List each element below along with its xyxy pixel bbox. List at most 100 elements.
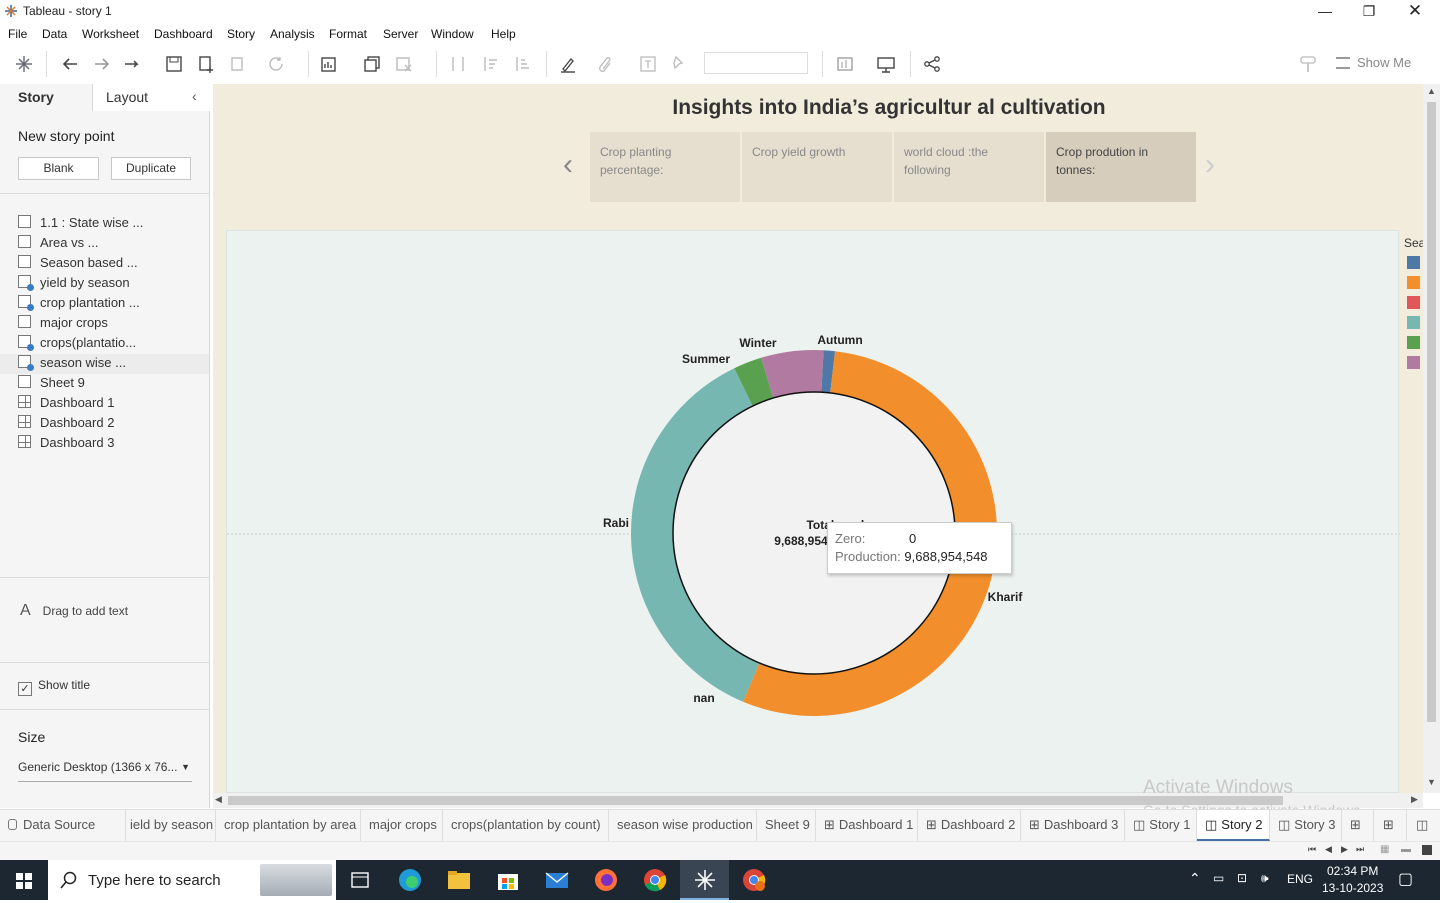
close-button[interactable]: ✕ [1392,0,1438,22]
clock-time[interactable]: 02:34 PM [1327,864,1378,878]
presentation-mode-icon[interactable] [876,54,896,74]
show-mark-labels-icon[interactable] [638,54,658,74]
task-view-icon[interactable] [348,868,372,892]
new-worksheet-tab-icon[interactable]: ⊞ [1342,810,1374,841]
swap-rows-columns-icon[interactable] [448,54,468,74]
sheet-item[interactable]: 1.1 : State wise ... [18,214,210,234]
volume-icon[interactable]: 🕪 [1261,871,1269,886]
previous-story-point-icon[interactable]: ‹ [563,148,573,182]
tab-sheet[interactable]: Sheet 9 [757,810,816,841]
menu-window[interactable]: Window [431,27,474,41]
new-worksheet-icon[interactable] [320,54,340,74]
next-sheet-icon[interactable]: ▶ [1341,844,1348,855]
pause-auto-updates-icon[interactable] [228,54,248,74]
sheet-item[interactable]: Dashboard 1 [18,394,210,414]
sheet-item[interactable]: crops(plantatio... [18,334,210,354]
microsoft-store-icon[interactable] [496,868,520,892]
tab-sheet[interactable]: crops(plantation by count) [443,810,609,841]
menu-story[interactable]: Story [227,27,255,41]
show-title-checkbox[interactable]: ✓ Show title [18,678,90,696]
menu-worksheet[interactable]: Worksheet [82,27,139,41]
new-dashboard-tab-icon[interactable]: ⊞ [1374,810,1407,841]
next-story-point-icon[interactable]: › [1205,148,1215,182]
tab-dashboard[interactable]: ⊞ Dashboard 2 [918,810,1021,841]
legend-swatch[interactable] [1407,316,1420,329]
tab-sheet[interactable]: major crops [361,810,443,841]
menu-analysis[interactable]: Analysis [270,27,315,41]
save-icon[interactable] [164,54,184,74]
file-explorer-icon[interactable] [447,868,471,892]
notifications-icon[interactable]: ▢ [1398,869,1413,889]
redo-icon[interactable] [92,54,112,74]
new-data-source-icon[interactable] [196,54,216,74]
show-me-icon[interactable] [1336,57,1350,69]
tab-story[interactable]: Story [0,84,92,111]
minimize-button[interactable]: — [1302,0,1348,22]
menu-help[interactable]: Help [491,27,516,41]
edge-browser-icon[interactable] [398,868,422,892]
clock-date[interactable]: 13-10-2023 [1322,881,1383,895]
replay-icon[interactable] [122,54,155,74]
vertical-scrollbar[interactable]: ▲ ▼ [1423,84,1440,793]
sheet-item[interactable]: major crops [18,314,210,334]
story-point[interactable]: world cloud :the following [894,132,1044,202]
menu-data[interactable]: Data [42,27,67,41]
first-sheet-icon[interactable]: ⏮ [1308,844,1316,855]
story-point[interactable]: Crop yield growth [742,132,892,202]
size-dropdown[interactable]: Generic Desktop (1366 x 76... ▼ [18,760,192,782]
network-icon[interactable]: ▭ [1213,871,1224,885]
sheet-item[interactable]: Sheet 9 [18,374,210,394]
highlight-icon[interactable] [558,54,578,74]
tableau-taskbar-active[interactable] [680,860,729,900]
chrome-profile-icon[interactable] [742,868,766,892]
blank-button[interactable]: Blank [18,157,99,180]
start-button[interactable] [0,860,48,900]
sheet-item[interactable]: Area vs ... [18,234,210,254]
tab-sheet[interactable]: crop plantation by area [216,810,361,841]
firefox-icon[interactable] [594,868,618,892]
language-indicator[interactable]: ENG [1287,872,1313,886]
duplicate-button[interactable]: Duplicate [111,157,191,180]
sheet-item[interactable]: Dashboard 3 [18,434,210,454]
tab-dashboard[interactable]: ⊞ Dashboard 3 [1021,810,1125,841]
tab-dashboard[interactable]: ⊞ Dashboard 1 [816,810,918,841]
sort-ascending-icon[interactable] [480,54,500,74]
group-members-icon[interactable] [596,54,616,74]
tabs-icon[interactable] [1422,845,1432,855]
legend-swatch[interactable] [1407,276,1420,289]
sheet-item[interactable]: Season based ... [18,254,210,274]
chrome-icon[interactable] [643,868,667,892]
fix-axes-icon[interactable] [668,54,688,74]
undo-icon[interactable] [60,54,80,74]
menu-format[interactable]: Format [329,27,367,41]
story-point[interactable]: Crop planting percentage: [590,132,740,202]
legend-swatch[interactable] [1407,256,1420,269]
sheet-item[interactable]: Dashboard 2 [18,414,210,434]
story-point-active[interactable]: Crop prodution in tonnes: [1046,132,1196,202]
legend-swatch[interactable] [1407,336,1420,349]
refresh-icon[interactable] [266,54,286,74]
drag-to-add-text[interactable]: A Drag to add text [20,602,128,620]
previous-sheet-icon[interactable]: ◀ [1325,844,1332,855]
show-me-button[interactable]: Show Me [1357,55,1411,70]
clear-sheet-icon[interactable] [394,54,414,74]
legend-swatch[interactable] [1407,356,1420,369]
tab-story[interactable]: ◫ Story 1 [1125,810,1197,841]
last-sheet-icon[interactable]: ⏭ [1356,844,1364,855]
security-icon[interactable]: ⊡ [1237,871,1247,885]
format-painter-icon[interactable] [1298,54,1318,74]
duplicate-sheet-icon[interactable] [362,54,382,74]
fit-dropdown[interactable] [704,52,808,74]
new-story-tab-icon[interactable]: ◫ [1407,810,1440,841]
tab-data-source[interactable]: Data Source [0,810,126,841]
donut-chart[interactable]: AutumnKharifnanRabiSummerWinter Total pr… [227,231,1400,794]
filmstrip-icon[interactable]: ▬ [1401,844,1411,855]
menu-server[interactable]: Server [383,27,418,41]
tab-sheet[interactable]: season wise production [609,810,757,841]
show-hidden-icons-icon[interactable]: ⌃ [1189,870,1201,887]
mail-icon[interactable] [545,868,569,892]
visualization-area[interactable]: AutumnKharifnanRabiSummerWinter Total pr… [226,230,1400,794]
tableau-home-icon[interactable] [14,54,34,74]
share-icon[interactable] [922,54,942,74]
sheet-sorter-icon[interactable]: ▦ [1380,844,1389,855]
